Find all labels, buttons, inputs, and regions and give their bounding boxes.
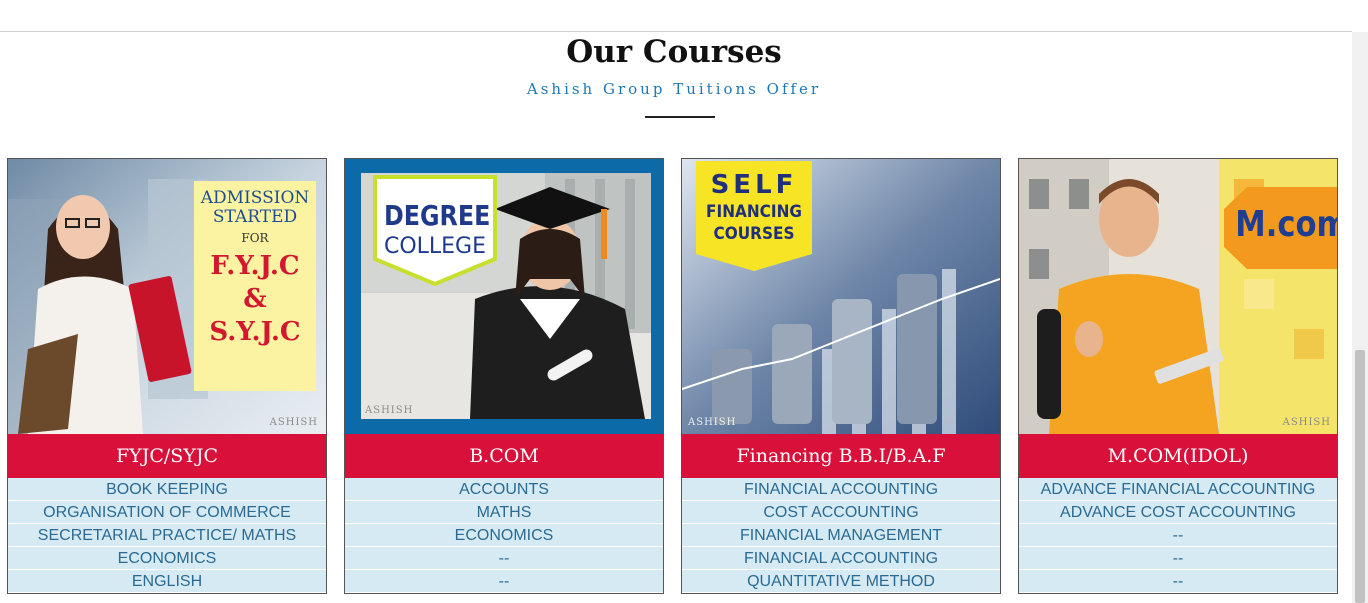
subject-row: --: [345, 547, 663, 570]
course-heading[interactable]: B.COM: [345, 434, 663, 478]
subject-list: ACCOUNTS MATHS ECONOMICS -- --: [345, 478, 663, 593]
watermark-logo: ASHISH: [1282, 417, 1331, 428]
poster-text: SELF: [710, 170, 798, 200]
subject-row: --: [1019, 524, 1337, 547]
subject-row: ACCOUNTS: [345, 478, 663, 501]
subject-list: FINANCIAL ACCOUNTING COST ACCOUNTING FIN…: [682, 478, 1000, 593]
subject-row: FINANCIAL ACCOUNTING: [682, 547, 1000, 570]
subject-row: ADVANCE FINANCIAL ACCOUNTING: [1019, 478, 1337, 501]
poster-text: COURSES: [713, 224, 795, 244]
course-card-mcom[interactable]: M.com ASHISH M.COM(IDOL) ADVANCE FINANCI…: [1018, 158, 1338, 594]
scrollbar-thumb[interactable]: [1355, 350, 1365, 603]
poster-text: M.com: [1235, 204, 1337, 245]
subject-row: --: [1019, 547, 1337, 570]
poster-text: COLLEGE: [383, 234, 487, 259]
vertical-scrollbar[interactable]: [1352, 32, 1368, 603]
poster-text: F.Y.J.C: [210, 251, 300, 281]
course-card-bcom[interactable]: DEGREE COLLEGE ASHISH B.COM ACCOUNTS MAT…: [344, 158, 664, 594]
watermark-logo: ASHISH: [269, 417, 318, 428]
subject-row: --: [345, 570, 663, 593]
poster-text: &: [243, 284, 267, 314]
course-card-fyjc[interactable]: ADMISSION STARTED FOR F.Y.J.C & S.Y.J.C …: [7, 158, 327, 594]
course-card-financing[interactable]: SELF FINANCING COURSES ASHISH Financing …: [681, 158, 1001, 594]
subject-row: --: [1019, 570, 1337, 593]
subject-row: FINANCIAL MANAGEMENT: [682, 524, 1000, 547]
subject-row: ORGANISATION OF COMMERCE: [8, 501, 326, 524]
subject-row: BOOK KEEPING: [8, 478, 326, 501]
subject-row: ECONOMICS: [345, 524, 663, 547]
top-divider-line: [0, 31, 1352, 32]
section-title: Our Courses: [566, 34, 782, 70]
subject-row: ENGLISH: [8, 570, 326, 593]
course-heading[interactable]: Financing B.B.I/B.A.F: [682, 434, 1000, 478]
course-image-mcom[interactable]: M.com ASHISH: [1019, 159, 1337, 434]
course-image-fyjc[interactable]: ADMISSION STARTED FOR F.Y.J.C & S.Y.J.C …: [8, 159, 326, 434]
poster-text: S.Y.J.C: [209, 317, 301, 347]
watermark-logo: ASHISH: [365, 405, 414, 416]
course-heading[interactable]: M.COM(IDOL): [1019, 434, 1337, 478]
title-underline: [645, 116, 715, 118]
subject-list: ADVANCE FINANCIAL ACCOUNTING ADVANCE COS…: [1019, 478, 1337, 593]
subject-row: COST ACCOUNTING: [682, 501, 1000, 524]
watermark-logo: ASHISH: [688, 417, 737, 428]
subject-row: ADVANCE COST ACCOUNTING: [1019, 501, 1337, 524]
course-image-financing[interactable]: SELF FINANCING COURSES ASHISH: [682, 159, 1000, 434]
subject-row: SECRETARIAL PRACTICE/ MATHS: [8, 524, 326, 547]
subject-row: QUANTITATIVE METHOD: [682, 570, 1000, 593]
subject-row: ECONOMICS: [8, 547, 326, 570]
poster-text: FOR: [241, 231, 269, 245]
course-image-bcom[interactable]: DEGREE COLLEGE ASHISH: [345, 159, 663, 434]
poster-text: STARTED: [212, 207, 298, 227]
subject-row: MATHS: [345, 501, 663, 524]
section-subtitle: Ashish Group Tuitions Offer: [526, 80, 822, 98]
subject-row: FINANCIAL ACCOUNTING: [682, 478, 1000, 501]
subject-list: BOOK KEEPING ORGANISATION OF COMMERCE SE…: [8, 478, 326, 593]
poster-text: FINANCING: [706, 202, 802, 222]
poster-text: ADMISSION: [200, 188, 310, 208]
course-heading[interactable]: FYJC/SYJC: [8, 434, 326, 478]
poster-text: DEGREE: [384, 199, 491, 232]
